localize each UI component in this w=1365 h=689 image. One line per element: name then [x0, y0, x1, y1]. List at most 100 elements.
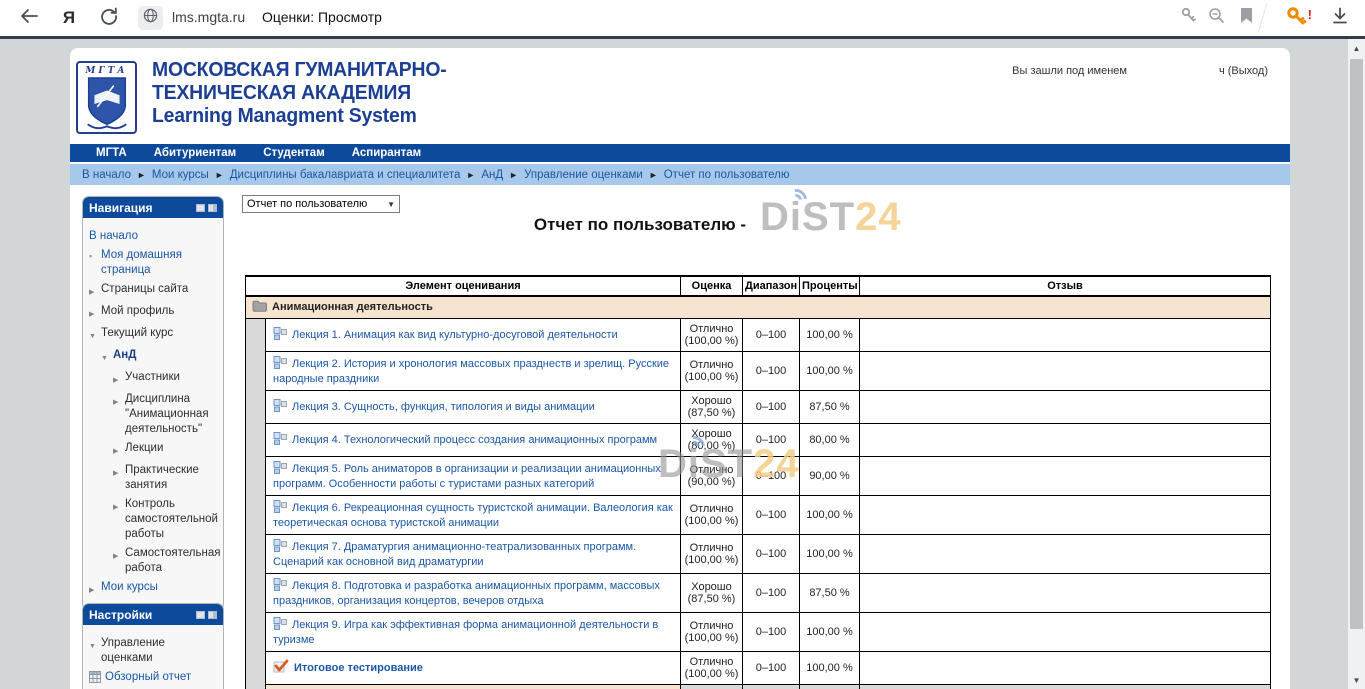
breadcrumb-link[interactable]: Отчет по пользователю	[664, 169, 790, 181]
topnav-item-3[interactable]: Студентам	[263, 147, 325, 159]
tree-item-label[interactable]: Управление оценками	[101, 636, 218, 666]
breadcrumb: В начало►Мои курсы►Дисциплины бакалавриа…	[70, 164, 1290, 185]
tree-item-label[interactable]: Практические занятия	[125, 463, 218, 493]
back-button[interactable]	[16, 5, 42, 31]
grade-item-link[interactable]: Лекция 1. Анимация как вид культурно-дос…	[292, 329, 618, 341]
collapse-block-icon[interactable]	[196, 204, 205, 212]
grade-cell: Отлично (100,00 %)	[681, 319, 743, 352]
grade-item-link[interactable]: Лекция 8. Подготовка и разработка анимац…	[273, 580, 660, 607]
tree-collapsed-icon[interactable]: ▶	[113, 370, 125, 388]
site-badge[interactable]	[138, 6, 163, 30]
tree-item[interactable]: Обзорный отчет	[89, 670, 218, 688]
grade-item-link[interactable]: Итоговое тестирование	[294, 662, 423, 674]
browser-page-title[interactable]: Оценки: Просмотр	[262, 9, 382, 25]
tree-collapsed-icon[interactable]: ▶	[89, 282, 101, 300]
tree-collapsed-icon[interactable]: ▶	[113, 463, 125, 493]
tree-item-label[interactable]: Моя домашняя страница	[101, 248, 218, 278]
academy-title-line1: МОСКОВСКАЯ ГУМАНИТАРНО-	[152, 59, 447, 82]
tree-item-label[interactable]: Обзорный отчет	[105, 670, 191, 688]
academy-logo[interactable]: МГТА	[76, 61, 137, 134]
grade-item-link[interactable]: Лекция 6. Рекреационная сущность туристс…	[273, 502, 673, 529]
tree-collapsed-icon[interactable]: ▶	[89, 304, 101, 322]
scroll-down-button[interactable]: ▼	[1348, 673, 1365, 689]
tree-item[interactable]: ▼АнД	[89, 348, 218, 366]
scroll-thumb[interactable]	[1350, 59, 1363, 629]
yandex-home-button[interactable]: Я	[56, 5, 82, 31]
grade-item-link[interactable]: Лекция 2. История и хронология массовых …	[273, 358, 669, 385]
col-item-header: Элемент оценивания	[246, 276, 681, 296]
tree-item-label[interactable]: Дисциплина "Анимационная деятельность"	[125, 392, 218, 437]
tree-item-label[interactable]: Контроль самостоятельной работы	[125, 497, 218, 542]
tree-collapsed-icon[interactable]: ▶	[113, 497, 125, 542]
tree-item[interactable]: ▶Практические занятия	[89, 463, 218, 493]
percent-cell: 100,00 %	[800, 352, 860, 391]
main-nav: МГТА Абитуриентам Студентам Аспирантам	[70, 144, 1290, 162]
breadcrumb-link[interactable]: В начало	[82, 169, 131, 181]
tree-item[interactable]: ▶Участники	[89, 370, 218, 388]
tree-item[interactable]: ▼Текущий курс	[89, 326, 218, 344]
tree-item[interactable]: В начало	[89, 229, 218, 244]
tree-item-label[interactable]: Самостоятельная работа	[125, 546, 220, 576]
window-border	[0, 36, 1365, 39]
breadcrumb-link[interactable]: Мои курсы	[152, 169, 209, 181]
window-scrollbar[interactable]: ▲ ▼	[1348, 39, 1365, 689]
tree-collapsed-icon[interactable]: ▶	[113, 392, 125, 437]
saved-passwords-button[interactable]	[1176, 5, 1200, 31]
downloads-button[interactable]	[1328, 5, 1352, 31]
breadcrumb-link[interactable]: Дисциплины бакалавриата и специалитета	[230, 169, 461, 181]
tree-item-label[interactable]: АнД	[113, 348, 136, 366]
tree-item[interactable]: ▶Самостоятельная работа	[89, 546, 218, 576]
bookmark-button[interactable]	[1234, 5, 1258, 31]
range-cell: 0–100	[743, 319, 800, 352]
breadcrumb-link[interactable]: АнД	[481, 169, 503, 181]
tree-collapsed-icon[interactable]: ▶	[89, 580, 101, 598]
password-manager-extension-button[interactable]: !	[1284, 5, 1308, 31]
tree-item-label[interactable]: В начало	[89, 229, 138, 244]
tree-item-label[interactable]: Страницы сайта	[101, 282, 188, 300]
grade-item-link[interactable]: Лекция 5. Роль аниматоров в организации …	[273, 463, 661, 490]
tree-item-label[interactable]: Лекции	[125, 441, 163, 459]
item-name-cell: Лекция 4. Технологический процесс создан…	[266, 424, 681, 457]
tree-item-label[interactable]: Мой профиль	[101, 304, 174, 322]
report-type-select[interactable]: Отчет по пользователю ▼	[242, 195, 400, 213]
grade-item-link[interactable]: Лекция 4. Технологический процесс создан…	[292, 434, 657, 446]
collapse-block-icon[interactable]	[196, 611, 205, 619]
topnav-item-1[interactable]: МГТА	[96, 147, 127, 159]
tree-item-label[interactable]: Мои курсы	[101, 580, 158, 598]
quiz-icon	[273, 664, 289, 676]
logout-link[interactable]: ч (Выход)	[1219, 65, 1268, 77]
grade-item-row: Лекция 8. Подготовка и разработка анимац…	[246, 574, 1271, 613]
topnav-item-2[interactable]: Абитуриентам	[154, 147, 236, 159]
tree-item[interactable]: ▼Управление оценками	[89, 636, 218, 666]
category-row: Анимационная деятельность	[246, 296, 1271, 319]
refresh-button[interactable]	[96, 5, 122, 31]
tree-item-label[interactable]: Текущий курс	[101, 326, 173, 344]
tree-collapsed-icon[interactable]: ▶	[113, 441, 125, 459]
tree-item[interactable]: ▶Страницы сайта	[89, 282, 218, 300]
tree-expanded-icon[interactable]: ▼	[89, 326, 101, 344]
grade-item-link[interactable]: Лекция 9. Игра как эффективная форма ани…	[273, 619, 658, 646]
tree-item-label[interactable]: Участники	[125, 370, 180, 388]
tree-collapsed-icon[interactable]: ▶	[113, 546, 125, 576]
scroll-up-button[interactable]: ▲	[1348, 41, 1365, 57]
tree-item[interactable]: ▶Мой профиль	[89, 304, 218, 322]
tree-expanded-icon[interactable]: ▼	[89, 636, 101, 666]
topnav-item-4[interactable]: Аспирантам	[352, 147, 421, 159]
grade-item-link[interactable]: Лекция 7. Драматургия анимационно-театра…	[273, 541, 636, 568]
tree-item[interactable]: ▶Контроль самостоятельной работы	[89, 497, 218, 542]
breadcrumb-link[interactable]: Управление оценками	[524, 169, 643, 181]
grade-cell: Отлично (90,00 %)	[681, 457, 743, 496]
tree-item[interactable]: ▶Дисциплина "Анимационная деятельность"	[89, 392, 218, 437]
dock-block-icon[interactable]	[208, 204, 217, 212]
url-domain[interactable]: lms.mgta.ru	[172, 9, 245, 25]
tree-expanded-icon[interactable]: ▼	[101, 348, 113, 366]
grade-item-link[interactable]: Лекция 3. Сущность, функция, типология и…	[292, 401, 595, 413]
tree-item[interactable]: ▶Лекции	[89, 441, 218, 459]
page-zoom-button[interactable]	[1204, 5, 1228, 31]
percent-cell: 87,50 %	[800, 574, 860, 613]
tree-item[interactable]: ▶Мои курсы	[89, 580, 218, 598]
academy-title-line3: Learning Managment System	[152, 105, 447, 128]
dock-block-icon[interactable]	[208, 611, 217, 619]
range-cell: 0–100	[743, 574, 800, 613]
tree-item[interactable]: ▪Моя домашняя страница	[89, 248, 218, 278]
